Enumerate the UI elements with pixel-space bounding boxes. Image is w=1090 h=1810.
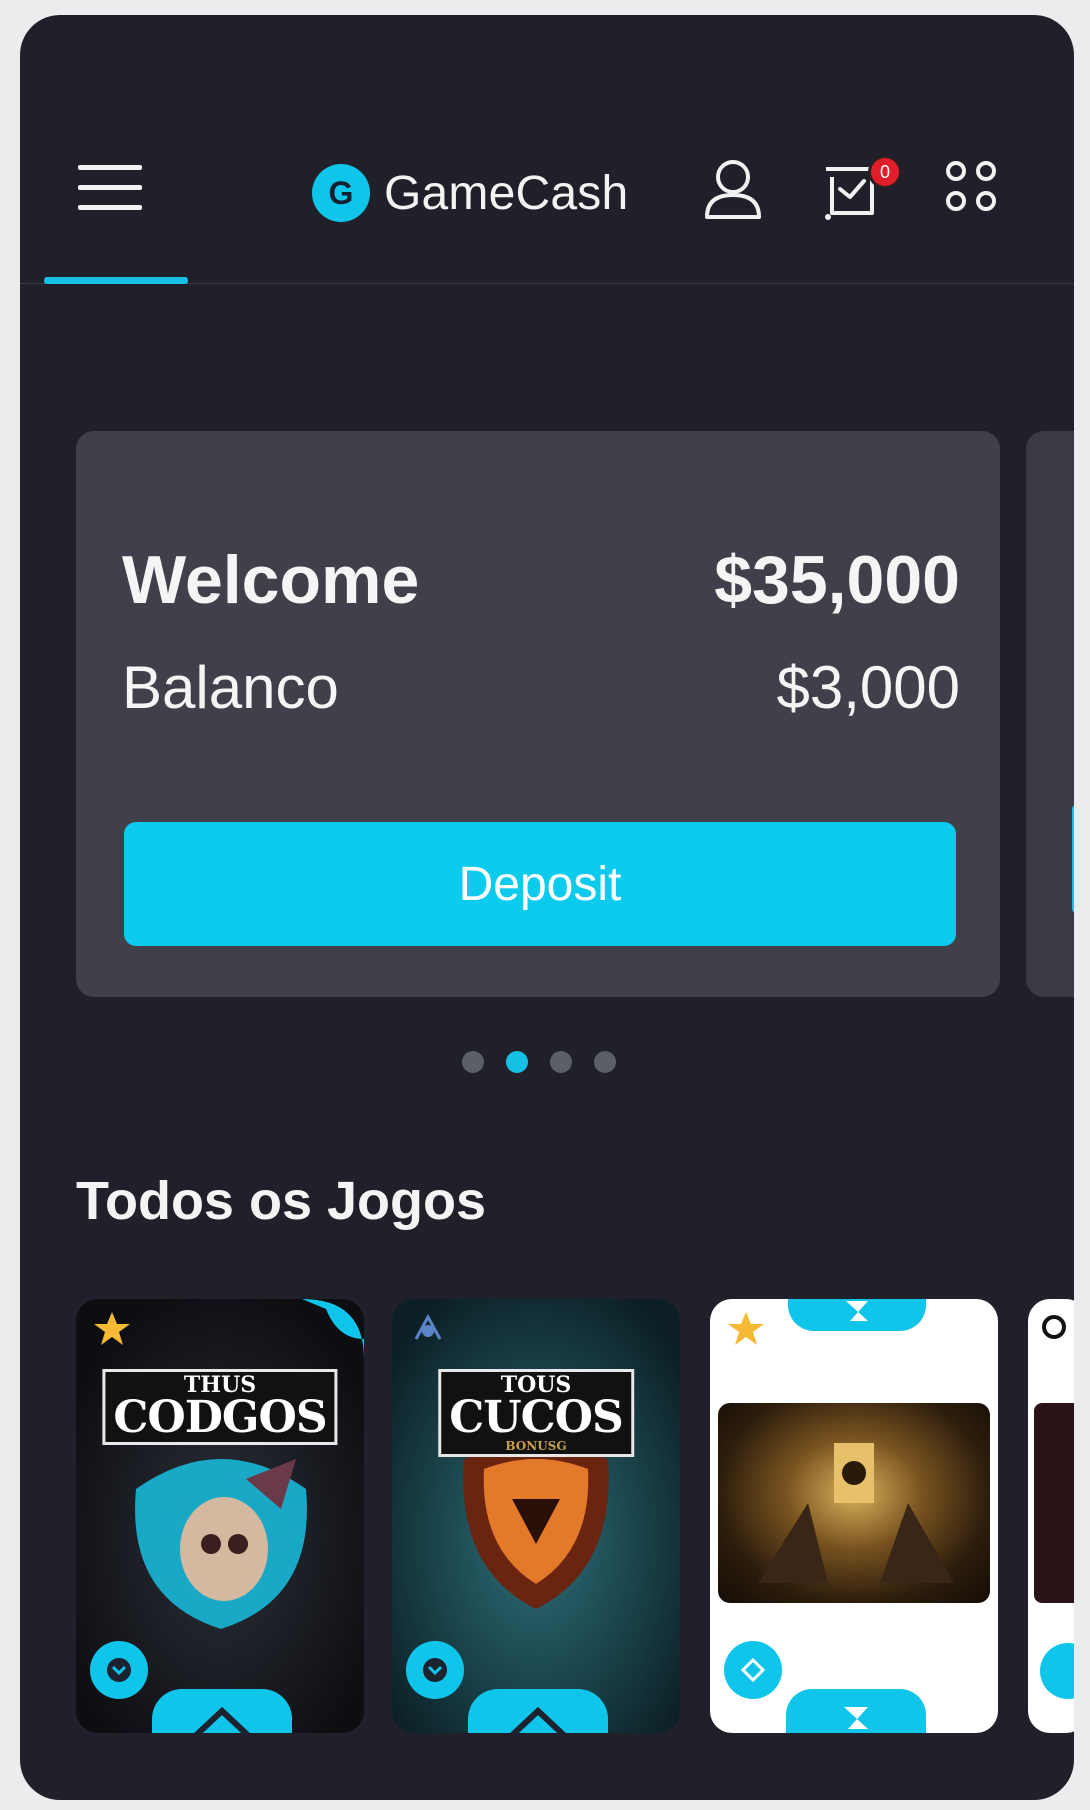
game-tile-1[interactable]: THUS CODGOS [76,1299,364,1733]
carousel-dot-1[interactable] [462,1051,484,1073]
apps-grid-icon[interactable] [940,155,1010,225]
brand-logo-icon: G [312,164,370,222]
carousel-dot-4[interactable] [594,1051,616,1073]
welcome-amount: $35,000 [714,542,960,618]
welcome-label: Welcome [122,542,420,618]
game-logo-text: TOUS CUCOS BONUSG [438,1369,634,1457]
carousel-dot-3[interactable] [550,1051,572,1073]
cart-badge: 0 [868,155,902,189]
welcome-row: Welcome $35,000 [122,541,960,619]
menu-icon[interactable] [78,165,144,215]
game-tile-2[interactable]: TOUS CUCOS BONUSG [392,1299,680,1733]
menu-active-indicator [44,277,188,284]
balance-row: Balanco $3,000 [122,653,960,722]
star-icon [728,1312,764,1345]
carousel-dot-2[interactable] [506,1051,528,1073]
diamond-icon[interactable] [724,1641,782,1699]
hourglass-tab[interactable] [788,1299,926,1331]
balance-card: Welcome $35,000 Balanco $3,000 Deposit [76,431,1000,997]
balance-amount: $3,000 [776,654,960,721]
game-art-image [718,1403,990,1603]
carousel-dots [462,1051,616,1073]
bug-icon [414,1313,442,1340]
play-tab[interactable] [152,1689,292,1733]
deposit-button[interactable]: Deposit [124,822,956,946]
balance-label: Balanco [122,654,339,721]
game-logo-text: THUS CODGOS [102,1369,338,1445]
brand-name: GameCash [384,166,629,220]
game-tile-4[interactable] [1028,1299,1074,1733]
star-icon [94,1312,130,1345]
game-art-image [1034,1315,1074,1699]
top-bar: G GameCash 0 [20,15,1074,284]
section-title: Todos os Jogos [76,1171,487,1231]
chevron-down-icon[interactable] [406,1641,464,1699]
next-card-peek[interactable] [1026,431,1074,997]
app-screen: G GameCash 0 Welcome $35,000 Balanco $3,… [20,15,1074,1800]
user-icon[interactable] [698,155,768,225]
next-card-button-peek [1072,805,1074,913]
hourglass-tab[interactable] [786,1689,926,1733]
chevron-down-icon[interactable] [90,1641,148,1699]
game-tile-3[interactable] [710,1299,998,1733]
brand-logo-link[interactable]: G GameCash [312,163,628,223]
play-tab[interactable] [468,1689,608,1733]
